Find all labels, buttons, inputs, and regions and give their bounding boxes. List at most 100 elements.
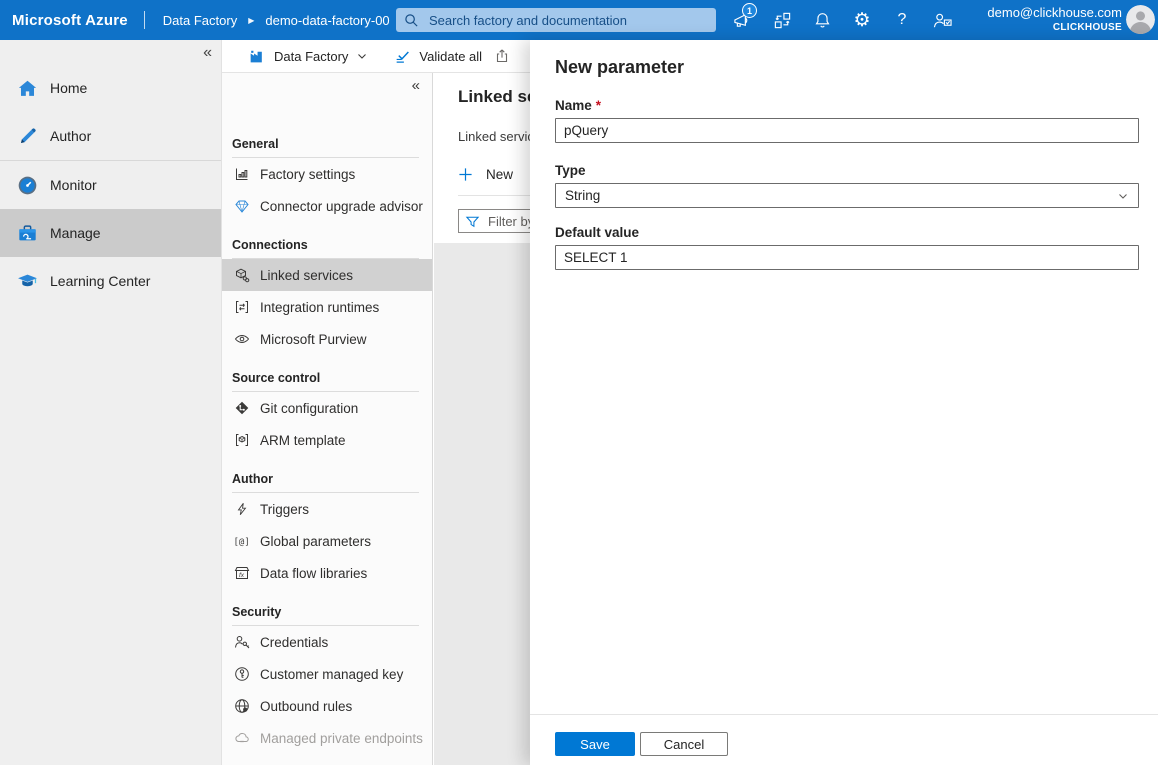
cancel-button[interactable]: Cancel (640, 732, 728, 756)
help-button[interactable]: ? (882, 0, 922, 40)
nav-item-home[interactable]: Home (0, 64, 221, 112)
manage-nav-item-label: Customer managed key (260, 667, 403, 682)
account-email: demo@clickhouse.com (987, 5, 1122, 21)
chevron-down-icon (1117, 190, 1129, 202)
manage-nav-item-customer-managed-key[interactable]: Customer managed key (222, 658, 432, 690)
feedback-button[interactable] (922, 0, 962, 40)
breadcrumb-data-factory[interactable]: Data Factory (163, 13, 237, 28)
data-flow-fx-icon: fx (233, 565, 251, 581)
section-header-author: Author (222, 468, 432, 490)
manage-nav-item-label: ARM template (260, 433, 346, 448)
global-search (396, 8, 716, 32)
manage-nav-item-triggers[interactable]: Triggers (222, 493, 432, 525)
save-button[interactable]: Save (555, 732, 635, 756)
manage-nav-item-credentials[interactable]: Credentials (222, 626, 432, 658)
chevron-down-icon[interactable] (356, 50, 368, 62)
microsoft-azure-logo[interactable]: Microsoft Azure (0, 12, 142, 29)
section-header-security: Security (222, 601, 432, 623)
gem-icon (233, 198, 251, 214)
manage-nav-item-label: Triggers (260, 502, 309, 517)
default-value-label: Default value (555, 225, 1139, 240)
type-select-value: String (565, 188, 600, 203)
primary-left-nav: « Home Author Monitor Manage (0, 40, 222, 765)
required-asterisk: * (596, 98, 601, 113)
factory-selector[interactable]: Data Factory (274, 49, 348, 64)
home-icon (17, 78, 38, 99)
manage-nav-item-managed-private-endpoints[interactable]: Managed private endpoints (222, 722, 432, 754)
nav-item-label: Author (50, 128, 91, 144)
nav-item-learning-center[interactable]: Learning Center (0, 257, 221, 305)
name-input[interactable] (555, 118, 1139, 143)
manage-toolbox-icon (17, 223, 38, 244)
name-field-group: Name * (555, 98, 1139, 143)
type-select[interactable]: String (555, 183, 1139, 208)
cloud-icon (233, 730, 251, 746)
factory-settings-icon (233, 166, 251, 182)
manage-nav-item-global-parameters[interactable]: [@] Global parameters (222, 525, 432, 557)
manage-nav-item-integration-runtimes[interactable]: Integration runtimes (222, 291, 432, 323)
manage-nav-item-label: Credentials (260, 635, 328, 650)
search-icon (404, 13, 419, 28)
default-value-input[interactable] (555, 245, 1139, 270)
nav-item-author[interactable]: Author (0, 112, 221, 160)
manage-nav-item-linked-services[interactable]: Linked services (222, 259, 432, 291)
credentials-key-person-icon (233, 634, 251, 650)
linked-services-icon (233, 267, 251, 283)
manage-nav-item-arm-template[interactable]: ARM template (222, 424, 432, 456)
collapse-manage-nav-icon[interactable]: « (412, 77, 420, 94)
default-value-field-group: Default value (555, 225, 1139, 270)
integration-runtimes-icon (233, 299, 251, 315)
settings-button[interactable]: ⚙ (842, 0, 882, 40)
manage-nav-item-label: Git configuration (260, 401, 358, 416)
help-icon: ? (898, 12, 907, 28)
managed-key-icon (233, 666, 251, 682)
manage-nav-item-outbound-rules[interactable]: Outbound rules (222, 690, 432, 722)
manage-nav-item-label: Microsoft Purview (260, 332, 367, 347)
type-field-group: Type String (555, 163, 1139, 208)
manage-nav-item-factory-settings[interactable]: Factory settings (222, 158, 432, 190)
plus-icon (458, 167, 473, 182)
global-parameters-icon: [@] (233, 533, 251, 549)
account-menu[interactable]: demo@clickhouse.com CLICKHOUSE (987, 5, 1122, 34)
notifications-button[interactable] (802, 0, 842, 40)
avatar[interactable] (1126, 5, 1155, 34)
nav-item-monitor[interactable]: Monitor (0, 161, 221, 209)
validate-all-button[interactable]: Validate all (394, 48, 494, 65)
breadcrumb-factory-name[interactable]: demo-data-factory-00 (265, 13, 389, 28)
name-label: Name * (555, 98, 1139, 113)
manage-nav-item-connector-upgrade-advisor[interactable]: Connector upgrade advisor (222, 190, 432, 222)
validate-all-label: Validate all (419, 49, 482, 64)
lightning-icon (233, 501, 251, 517)
nav-item-manage[interactable]: Manage (0, 209, 221, 257)
type-label: Type (555, 163, 1139, 178)
manage-nav-item-label: Linked services (260, 268, 353, 283)
account-tenant: CLICKHOUSE (987, 21, 1122, 34)
search-input[interactable] (427, 12, 697, 29)
switch-boxes-icon (773, 11, 792, 30)
svg-text:[@]: [@] (234, 538, 250, 548)
learning-center-cap-icon (17, 271, 38, 292)
manage-nav-item-label: Global parameters (260, 534, 371, 549)
collapse-left-nav-icon[interactable]: « (203, 44, 212, 62)
breadcrumb-caret-icon: ▶ (248, 16, 254, 25)
manage-nav-item-microsoft-purview[interactable]: Microsoft Purview (222, 323, 432, 355)
switch-context-button[interactable] (762, 0, 802, 40)
new-parameter-panel: New parameter Name* Type String Default … (530, 40, 1158, 765)
name-label-text: Name (555, 98, 592, 113)
feedback-person-icon (932, 11, 953, 30)
git-icon (233, 400, 251, 416)
manage-nav-item-label: Managed private endpoints (260, 731, 423, 746)
panel-footer: Save Cancel (530, 714, 1158, 765)
publish-button[interactable] (494, 48, 510, 64)
manage-nav-item-label: Outbound rules (260, 699, 352, 714)
announcements-button[interactable]: 1 (722, 0, 762, 40)
section-header-connections: Connections (222, 234, 432, 256)
publish-arrow-icon (494, 48, 510, 64)
manage-nav-item-git-configuration[interactable]: Git configuration (222, 392, 432, 424)
manage-nav-item-data-flow-libraries[interactable]: fx Data flow libraries (222, 557, 432, 589)
manage-nav-item-label: Data flow libraries (260, 566, 367, 581)
svg-text:fx: fx (239, 572, 245, 579)
nav-item-label: Home (50, 80, 87, 96)
arm-template-icon (233, 432, 251, 448)
globe-icon (233, 698, 251, 714)
